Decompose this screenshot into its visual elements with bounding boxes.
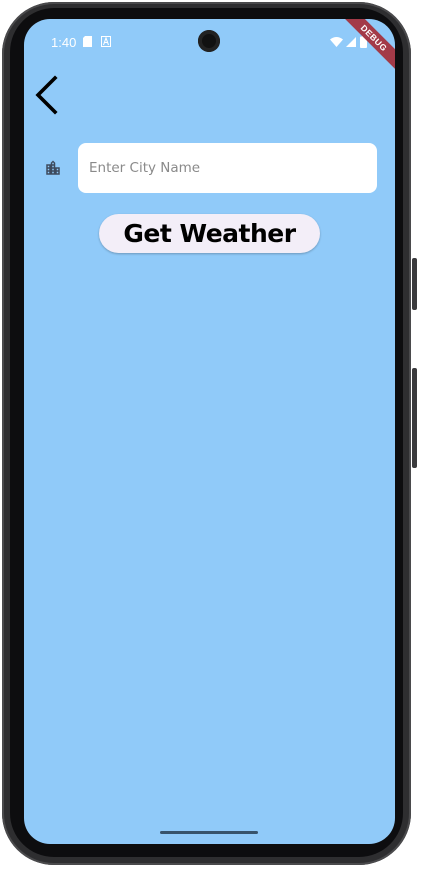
- debug-banner: DEBUG: [330, 19, 395, 82]
- volume-button: [412, 258, 417, 310]
- back-button[interactable]: [30, 73, 66, 117]
- accessibility-a-icon: [101, 36, 111, 47]
- power-button: [412, 368, 417, 468]
- home-indicator[interactable]: [160, 831, 258, 834]
- wifi-icon: [330, 37, 343, 47]
- get-weather-button[interactable]: Get Weather: [99, 214, 320, 253]
- signal-icon: [346, 37, 356, 47]
- location-city-icon: [46, 160, 60, 175]
- status-time: 1:40: [51, 35, 77, 50]
- front-camera: [198, 30, 220, 52]
- app-screen: 1:40 DEBUG Enter City Name Get Weather: [24, 19, 395, 844]
- sd-card-icon: [83, 36, 92, 47]
- phone-device: 1:40 DEBUG Enter City Name Get Weather: [0, 0, 423, 869]
- city-name-input[interactable]: [78, 143, 377, 193]
- arrow-back-icon: [35, 75, 58, 115]
- status-bar: 1:40 DEBUG: [24, 19, 395, 82]
